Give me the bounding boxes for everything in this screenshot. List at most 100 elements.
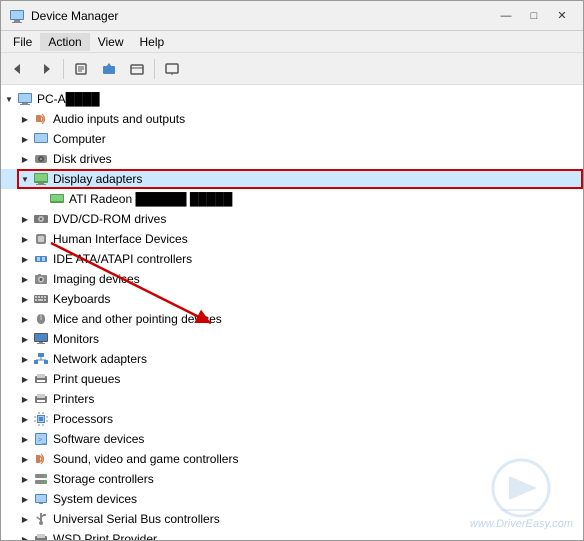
computer-icon [33,131,49,147]
window-controls: — □ ✕ [493,6,575,26]
system-label: System devices [53,492,137,506]
list-item[interactable]: ▶ Print queues [1,369,583,389]
device-tree-container[interactable]: ▼ PC-A████ ▶ [1,85,583,540]
display-button[interactable] [159,57,185,81]
expand-keyboards[interactable]: ▶ [17,291,33,307]
expand-computer[interactable]: ▶ [17,131,33,147]
expand-audio[interactable]: ▶ [17,111,33,127]
list-item[interactable]: ▶ >_ Software devices [1,429,583,449]
disk-icon [33,151,49,167]
ati-icon [49,191,65,207]
maximize-button[interactable]: □ [521,6,547,26]
expand-system[interactable]: ▶ [17,491,33,507]
menu-help[interactable]: Help [132,33,173,51]
system-icon [33,491,49,507]
toolbar [1,53,583,85]
list-item[interactable]: ▶ Human Interface Devices [1,229,583,249]
keyboard-icon [33,291,49,307]
processors-label: Processors [53,412,113,426]
list-item[interactable]: ▶ Sound, video and game controllers [1,449,583,469]
ide-label: IDE ATA/ATAPI controllers [53,252,192,266]
title-bar: Device Manager — □ ✕ [1,1,583,31]
expand-usb[interactable]: ▶ [17,511,33,527]
menu-file[interactable]: File [5,33,40,51]
hid-icon [33,231,49,247]
list-item[interactable]: ▶ System devices [1,489,583,509]
disk-label: Disk drives [53,152,112,166]
storage-label: Storage controllers [53,472,154,486]
expand-sound[interactable]: ▶ [17,451,33,467]
list-item[interactable]: ▶ IDE ATA/ATAPI controllers [1,249,583,269]
expand-printq[interactable]: ▶ [17,371,33,387]
list-item[interactable]: ATI Radeon ██████ █████ [1,189,583,209]
tree-root[interactable]: ▼ PC-A████ [1,89,583,109]
menu-action[interactable]: Action [40,33,89,51]
svg-text:>_: >_ [38,437,46,444]
list-item[interactable]: ▶ Mice and other pointing devices [1,309,583,329]
list-item[interactable]: ▶ Storage controllers [1,469,583,489]
menu-view[interactable]: View [90,33,132,51]
monitor-icon [33,331,49,347]
sound-label: Sound, video and game controllers [53,452,238,466]
expand-ide[interactable]: ▶ [17,251,33,267]
list-item[interactable]: ▶ Keyboards [1,289,583,309]
list-item[interactable]: ▶ [1,409,583,429]
expand-dvd[interactable]: ▶ [17,211,33,227]
list-item[interactable]: ▼ Display adapters [1,169,583,189]
expand-printers[interactable]: ▶ [17,391,33,407]
wsd-icon [33,531,49,540]
expand-hid[interactable]: ▶ [17,231,33,247]
expand-ati [33,191,49,207]
forward-button[interactable] [33,57,59,81]
expand-mice[interactable]: ▶ [17,311,33,327]
list-item[interactable]: ▶ Computer [1,129,583,149]
expand-disk[interactable]: ▶ [17,151,33,167]
printq-icon [33,371,49,387]
dvd-label: DVD/CD-ROM drives [53,212,166,226]
root-label: PC-A████ [37,92,100,106]
list-item[interactable]: ▶ Network adapters [1,349,583,369]
storage-icon [33,471,49,487]
expand-display[interactable]: ▼ [17,171,33,187]
expand-wsd[interactable]: ▶ [17,531,33,540]
imaging-icon [33,271,49,287]
sound-icon [33,451,49,467]
list-item[interactable]: ▶ Printers [1,389,583,409]
expand-imaging[interactable]: ▶ [17,271,33,287]
imaging-label: Imaging devices [53,272,140,286]
expand-network[interactable]: ▶ [17,351,33,367]
processor-icon [33,411,49,427]
display-label: Display adapters [53,172,142,186]
audio-icon [33,111,49,127]
expand-root[interactable]: ▼ [1,91,17,107]
list-item[interactable]: ▶ WSD Print Provider [1,529,583,540]
scan-button[interactable] [124,57,150,81]
list-item[interactable]: ▶ Monitors [1,329,583,349]
expand-processors[interactable]: ▶ [17,411,33,427]
pc-icon [17,91,33,107]
display-adapters-icon [33,171,49,187]
list-item[interactable]: ▶ Universal Serial Bus controllers [1,509,583,529]
update-driver-button[interactable] [96,57,122,81]
expand-monitors[interactable]: ▶ [17,331,33,347]
hid-label: Human Interface Devices [53,232,188,246]
network-icon [33,351,49,367]
properties-button[interactable] [68,57,94,81]
window-title: Device Manager [31,9,493,23]
wsd-label: WSD Print Provider [53,532,157,540]
close-button[interactable]: ✕ [549,6,575,26]
expand-storage[interactable]: ▶ [17,471,33,487]
back-button[interactable] [5,57,31,81]
list-item[interactable]: ▶ Audio inputs and outputs [1,109,583,129]
minimize-button[interactable]: — [493,6,519,26]
ati-label: ATI Radeon ██████ █████ [69,192,232,206]
expand-software[interactable]: ▶ [17,431,33,447]
list-item[interactable]: ▶ DVD/CD-ROM drives [1,209,583,229]
mice-label: Mice and other pointing devices [53,312,222,326]
software-icon: >_ [33,431,49,447]
keyboards-label: Keyboards [53,292,110,306]
window-icon [9,8,25,24]
network-label: Network adapters [53,352,147,366]
list-item[interactable]: ▶ Disk drives [1,149,583,169]
list-item[interactable]: ▶ Imaging devices [1,269,583,289]
